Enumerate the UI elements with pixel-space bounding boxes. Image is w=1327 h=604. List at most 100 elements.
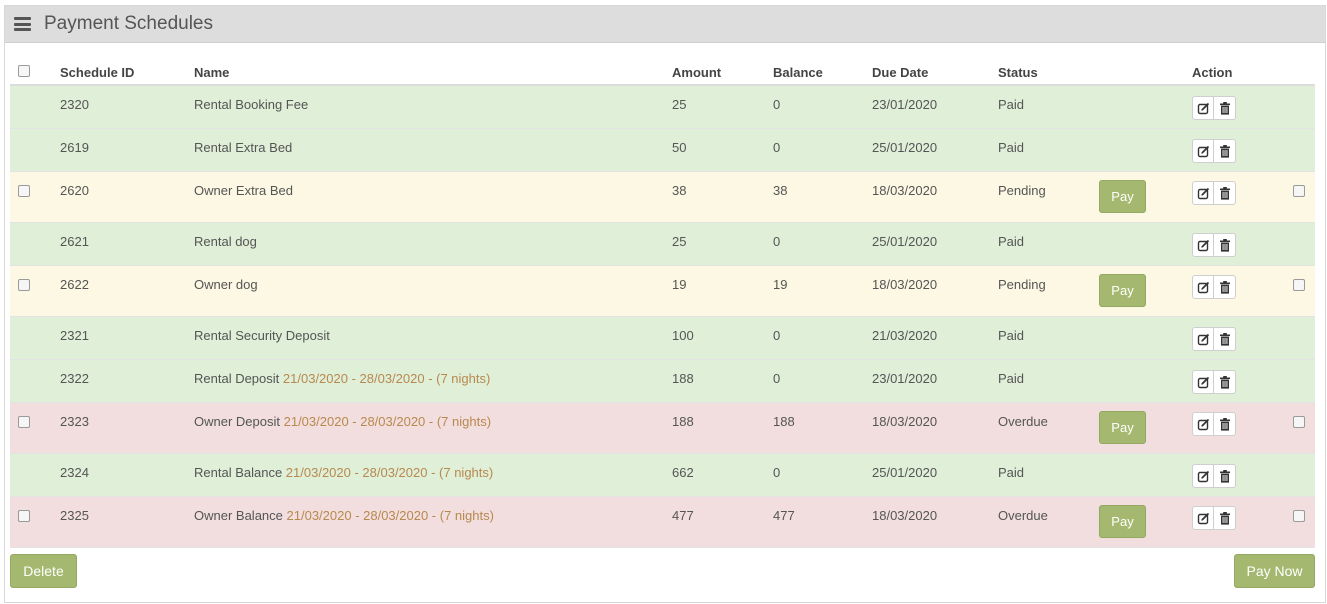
- schedule-name-cell: Rental Extra Bed: [194, 140, 292, 155]
- balance: 19: [773, 277, 788, 292]
- select-all-checkbox[interactable]: [18, 65, 30, 77]
- status: Paid: [998, 97, 1025, 112]
- schedule-name-cell: Rental Booking Fee: [194, 97, 308, 112]
- trash-icon[interactable]: [1214, 327, 1236, 351]
- due-date: 23/01/2020: [872, 97, 938, 112]
- edit-icon[interactable]: [1192, 96, 1214, 120]
- schedule-name-cell: Owner Extra Bed: [194, 183, 293, 198]
- trash-icon[interactable]: [1214, 370, 1236, 394]
- date-range: 21/03/2020 - 28/03/2020 - (7 nights): [286, 508, 494, 523]
- pay-button[interactable]: Pay: [1099, 411, 1146, 444]
- row-actions: [1192, 506, 1236, 530]
- header-status: Status: [998, 65, 1038, 80]
- amount: 38: [672, 183, 687, 198]
- amount: 188: [672, 371, 694, 386]
- row-select-checkbox[interactable]: [18, 279, 30, 291]
- balance: 0: [773, 371, 781, 386]
- trash-icon[interactable]: [1214, 139, 1236, 163]
- edit-icon[interactable]: [1192, 181, 1214, 205]
- row-pay-checkbox[interactable]: [1293, 416, 1305, 428]
- row-select-checkbox[interactable]: [18, 510, 30, 522]
- amount: 50: [672, 140, 687, 155]
- edit-icon[interactable]: [1192, 506, 1214, 530]
- schedule-name: Owner Deposit: [194, 414, 280, 429]
- header-balance: Balance: [773, 65, 823, 80]
- delete-button[interactable]: Delete: [10, 554, 77, 588]
- amount: 188: [672, 414, 694, 429]
- due-date: 23/01/2020: [872, 371, 938, 386]
- due-date: 25/01/2020: [872, 465, 938, 480]
- pay-button[interactable]: Pay: [1099, 505, 1146, 538]
- header-action: Action: [1192, 65, 1233, 80]
- trash-icon[interactable]: [1214, 181, 1236, 205]
- edit-icon[interactable]: [1192, 275, 1214, 299]
- panel-title: Payment Schedules: [44, 13, 213, 34]
- edit-icon[interactable]: [1192, 327, 1214, 351]
- schedule-id: 2321: [60, 328, 89, 343]
- row-select-checkbox[interactable]: [18, 185, 30, 197]
- hamburger-icon[interactable]: [14, 17, 31, 31]
- table-row: 2621 Rental dog 25 0 25/01/2020 Paid: [10, 223, 1315, 266]
- edit-icon[interactable]: [1192, 412, 1214, 436]
- schedule-name: Rental dog: [194, 234, 257, 249]
- edit-icon[interactable]: [1192, 370, 1214, 394]
- due-date: 21/03/2020: [872, 328, 938, 343]
- row-pay-checkbox[interactable]: [1293, 510, 1305, 522]
- status: Pending: [998, 183, 1046, 198]
- schedule-name: Owner Extra Bed: [194, 183, 293, 198]
- schedule-name-cell: Rental Security Deposit: [194, 328, 330, 343]
- schedule-id: 2323: [60, 414, 89, 429]
- row-actions: [1192, 412, 1236, 436]
- schedule-id: 2324: [60, 465, 89, 480]
- table-row: 2324 Rental Balance 21/03/2020 - 28/03/20…: [10, 454, 1315, 497]
- date-range: 21/03/2020 - 28/03/2020 - (7 nights): [285, 465, 494, 480]
- pay-now-button[interactable]: Pay Now: [1234, 554, 1315, 588]
- table-row: 2325 Owner Balance 21/03/2020 - 28/03/202…: [10, 497, 1315, 548]
- row-actions: [1192, 181, 1236, 205]
- schedule-name-cell: Rental Deposit 21/03/2020 - 28/03/2020 -…: [194, 371, 490, 386]
- edit-icon[interactable]: [1192, 139, 1214, 163]
- schedule-id: 2619: [60, 140, 89, 155]
- table-row: 2620 Owner Extra Bed 38 38 18/03/2020 Pending…: [10, 172, 1315, 223]
- row-actions: [1192, 275, 1236, 299]
- trash-icon[interactable]: [1214, 233, 1236, 257]
- due-date: 18/03/2020: [872, 277, 938, 292]
- trash-icon[interactable]: [1214, 96, 1236, 120]
- table-row: 2619 Rental Extra Bed 50 0 25/01/2020 Paid: [10, 129, 1315, 172]
- row-pay-checkbox[interactable]: [1293, 185, 1305, 197]
- edit-icon[interactable]: [1192, 464, 1214, 488]
- status: Paid: [998, 140, 1025, 155]
- balance: 0: [773, 97, 781, 112]
- schedule-name-cell: Owner Deposit 21/03/2020 - 28/03/2020 - …: [194, 414, 491, 429]
- balance: 0: [773, 234, 781, 249]
- due-date: 18/03/2020: [872, 414, 938, 429]
- pay-button[interactable]: Pay: [1099, 274, 1146, 307]
- row-actions: [1192, 327, 1236, 351]
- due-date: 18/03/2020: [872, 183, 938, 198]
- table-header-row: Schedule ID Name Amount Balance Due Date…: [10, 52, 1315, 86]
- schedule-name-cell: Owner dog: [194, 277, 258, 292]
- due-date: 25/01/2020: [872, 234, 938, 249]
- table-row: 2321 Rental Security Deposit 100 0 21/03/202…: [10, 317, 1315, 360]
- trash-icon[interactable]: [1214, 464, 1236, 488]
- row-select-checkbox[interactable]: [18, 416, 30, 428]
- edit-icon[interactable]: [1192, 233, 1214, 257]
- status: Overdue: [998, 508, 1048, 523]
- schedule-name: Rental Booking Fee: [194, 97, 309, 112]
- schedule-name: Owner dog: [194, 277, 258, 292]
- trash-icon[interactable]: [1214, 506, 1236, 530]
- pay-button[interactable]: Pay: [1099, 180, 1146, 213]
- schedule-name: Owner Balance: [194, 508, 283, 523]
- row-pay-checkbox[interactable]: [1293, 279, 1305, 291]
- header-amount: Amount: [672, 65, 722, 80]
- schedule-name-cell: Rental Balance 21/03/2020 - 28/03/2020 -…: [194, 465, 493, 480]
- status: Paid: [998, 465, 1025, 480]
- trash-icon[interactable]: [1214, 412, 1236, 436]
- trash-icon[interactable]: [1214, 275, 1236, 299]
- status: Paid: [998, 234, 1025, 249]
- schedule-name-cell: Rental dog: [194, 234, 257, 249]
- header-due-date: Due Date: [872, 65, 929, 80]
- amount: 662: [672, 465, 694, 480]
- schedule-id: 2622: [60, 277, 89, 292]
- balance: 38: [773, 183, 788, 198]
